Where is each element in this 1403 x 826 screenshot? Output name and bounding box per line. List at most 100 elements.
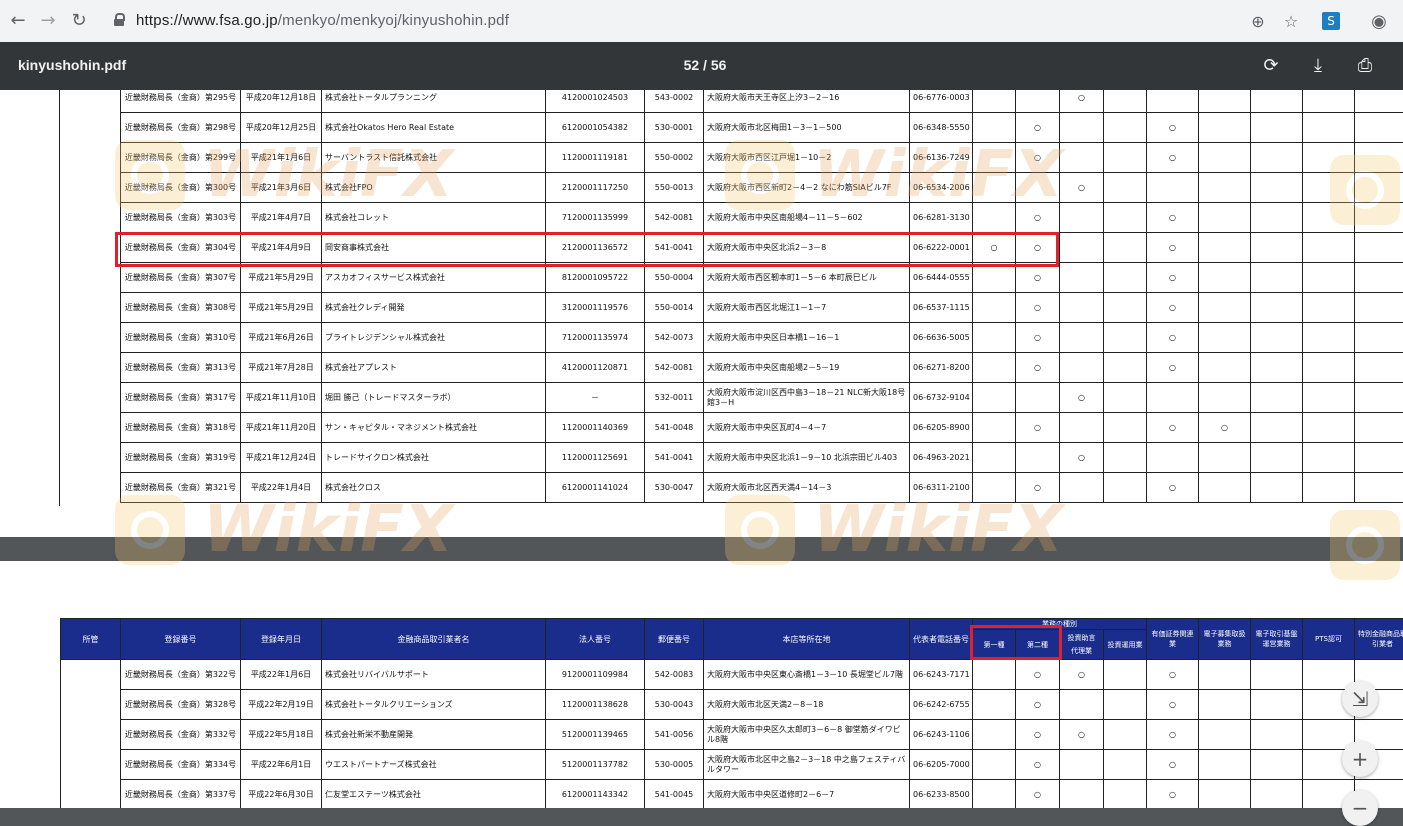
- address-bar[interactable]: https://www.fsa.go.jp/menkyo/menkyoj/kin…: [104, 7, 1304, 37]
- reg-date-cell: 平成21年4月7日: [241, 203, 322, 233]
- flag-cell-c5: ○: [1147, 690, 1199, 720]
- empty-cell: [1251, 660, 1303, 690]
- zoom-out-icon[interactable]: −: [1342, 790, 1378, 826]
- flag-cell-c6: ○: [1199, 413, 1251, 443]
- empty-cell: [1251, 323, 1303, 353]
- empty-cell: [1355, 263, 1403, 293]
- flag-cell-c5: ○: [1147, 143, 1199, 173]
- company-name-cell: 株式会社Okatos Hero Real Estate: [322, 113, 546, 143]
- zoom-icon[interactable]: ⊕: [1248, 12, 1268, 32]
- rotate-icon[interactable]: ⟳: [1259, 54, 1283, 78]
- flag-cell-c2: ○: [1016, 690, 1060, 720]
- highlight-row-304: [115, 232, 1059, 267]
- reg-date-cell: 平成21年12月24日: [241, 443, 322, 473]
- flag-cell-c6: [1199, 203, 1251, 233]
- address-cell: 大阪府大阪市中央区南船場4－11－5－602: [704, 203, 910, 233]
- corp-number-cell: 6120001141024: [546, 473, 645, 503]
- empty-cell: [1355, 443, 1403, 473]
- flag-cell-c3: [1060, 780, 1104, 809]
- flag-cell-c3: ○: [1060, 90, 1104, 113]
- empty-cell: [1303, 443, 1355, 473]
- empty-cell: [1251, 720, 1303, 750]
- company-name-cell: ブライトレジデンシャル株式会社: [322, 323, 546, 353]
- phone-cell: 06-6776-0003: [910, 90, 973, 113]
- download-icon[interactable]: ⤓: [1306, 54, 1330, 78]
- flag-cell-c1: [973, 473, 1016, 503]
- profile-icon[interactable]: ◉: [1369, 12, 1389, 32]
- header-ec-trading: 電子取引基盤運営業務: [1251, 619, 1303, 660]
- flag-cell-c3: [1060, 143, 1104, 173]
- empty-cell: [1251, 293, 1303, 323]
- header-reg-number: 登録番号: [121, 619, 241, 660]
- table-row: 近畿財務局長（金商）第322号平成22年1月6日株式会社リバイバルサポート912…: [61, 660, 1403, 690]
- company-name-cell: 株式会社FPO: [322, 173, 546, 203]
- company-name-cell: 株式会社新栄不動産開発: [322, 720, 546, 750]
- bookmark-star-icon[interactable]: ☆: [1281, 12, 1301, 32]
- jurisdiction-cell: [61, 660, 121, 690]
- company-name-cell: アスカオフィスサービス株式会社: [322, 263, 546, 293]
- zoom-in-icon[interactable]: +: [1342, 741, 1378, 777]
- company-name-cell: ウエストパートナーズ株式会社: [322, 750, 546, 780]
- empty-cell: [1251, 690, 1303, 720]
- reg-date-cell: 平成21年3月6日: [241, 173, 322, 203]
- reg-date-cell: 平成22年6月30日: [241, 780, 322, 809]
- address-cell: 大阪府大阪市中央区久太郎町3－6－8 御堂筋ダイワビル8階: [704, 720, 910, 750]
- url-text[interactable]: https://www.fsa.go.jp/menkyo/menkyoj/kin…: [136, 12, 509, 29]
- extension-icon[interactable]: S: [1322, 12, 1340, 30]
- phone-cell: 06-6242-6755: [910, 690, 973, 720]
- reg-date-cell: 平成20年12月18日: [241, 90, 322, 113]
- reg-number-cell: 近畿財務局長（金商）第295号: [121, 90, 241, 113]
- flag-cell-c2: ○: [1016, 353, 1060, 383]
- empty-cell: [1251, 383, 1303, 413]
- pdf-title: kinyushohin.pdf: [18, 57, 126, 73]
- corp-number-cell: 4120001024503: [546, 90, 645, 113]
- flag-cell-c4: [1104, 323, 1147, 353]
- reg-number-cell: 近畿財務局長（金商）第308号: [121, 293, 241, 323]
- corp-number-cell: 1120001119181: [546, 143, 645, 173]
- flag-cell-c1: [973, 323, 1016, 353]
- reg-number-cell: 近畿財務局長（金商）第337号: [121, 780, 241, 809]
- reg-date-cell: 平成22年5月18日: [241, 720, 322, 750]
- phone-cell: 06-6732-9104: [910, 383, 973, 413]
- reg-date-cell: 平成20年12月25日: [241, 113, 322, 143]
- flag-cell-c4: [1104, 113, 1147, 143]
- print-icon[interactable]: ⎙: [1353, 54, 1377, 78]
- back-icon[interactable]: ←: [6, 9, 30, 33]
- reg-date-cell: 平成22年1月4日: [241, 473, 322, 503]
- zip-cell: 541-0048: [645, 413, 704, 443]
- flag-cell-c5: [1147, 383, 1199, 413]
- address-cell: 大阪府大阪市北区梅田1－3－1－500: [704, 113, 910, 143]
- flag-cell-c3: [1060, 203, 1104, 233]
- reload-icon[interactable]: ↻: [67, 9, 91, 33]
- flag-cell-c5: [1147, 443, 1199, 473]
- zip-cell: 530-0047: [645, 473, 704, 503]
- address-cell: 大阪府大阪市淀川区西中島3－18－21 NLC新大阪18号館3－H: [704, 383, 910, 413]
- flag-cell-c6: [1199, 90, 1251, 113]
- empty-cell: [1251, 113, 1303, 143]
- header-company-name: 金融商品取引業者名: [322, 619, 546, 660]
- jurisdiction-cell: [61, 780, 121, 809]
- flag-cell-c2: ○: [1016, 413, 1060, 443]
- header-advisory-line1: 投資助言: [1068, 634, 1096, 642]
- flag-cell-c1: [973, 113, 1016, 143]
- flag-cell-c3: [1060, 413, 1104, 443]
- registry-table: 所管 登録番号 登録年月日 金融商品取引業者名 法人番号 郵便番号 本店等所在地…: [60, 618, 1403, 808]
- phone-cell: 06-6205-8900: [910, 413, 973, 443]
- flag-cell-c2: ○: [1016, 203, 1060, 233]
- address-cell: 大阪府大阪市西区新町2－4－2 なにわ筋SIAビル7F: [704, 173, 910, 203]
- flag-cell-c6: [1199, 323, 1251, 353]
- fit-page-icon[interactable]: ⇲: [1342, 681, 1378, 717]
- reg-number-cell: 近畿財務局長（金商）第319号: [121, 443, 241, 473]
- flag-cell-c4: [1104, 90, 1147, 113]
- flag-cell-c6: [1199, 233, 1251, 263]
- phone-cell: 06-6243-1106: [910, 720, 973, 750]
- empty-cell: [1355, 233, 1403, 263]
- phone-cell: 06-6444-0555: [910, 263, 973, 293]
- address-cell: 大阪府大阪市西区靭本町1－5－6 本町辰巳ビル: [704, 263, 910, 293]
- jurisdiction-cell: [61, 690, 121, 720]
- empty-cell: [1303, 173, 1355, 203]
- forward-icon[interactable]: →: [36, 9, 60, 33]
- header-advisory-line2: 代理業: [1071, 647, 1092, 655]
- flag-cell-c2: ○: [1016, 263, 1060, 293]
- zip-cell: 542-0081: [645, 353, 704, 383]
